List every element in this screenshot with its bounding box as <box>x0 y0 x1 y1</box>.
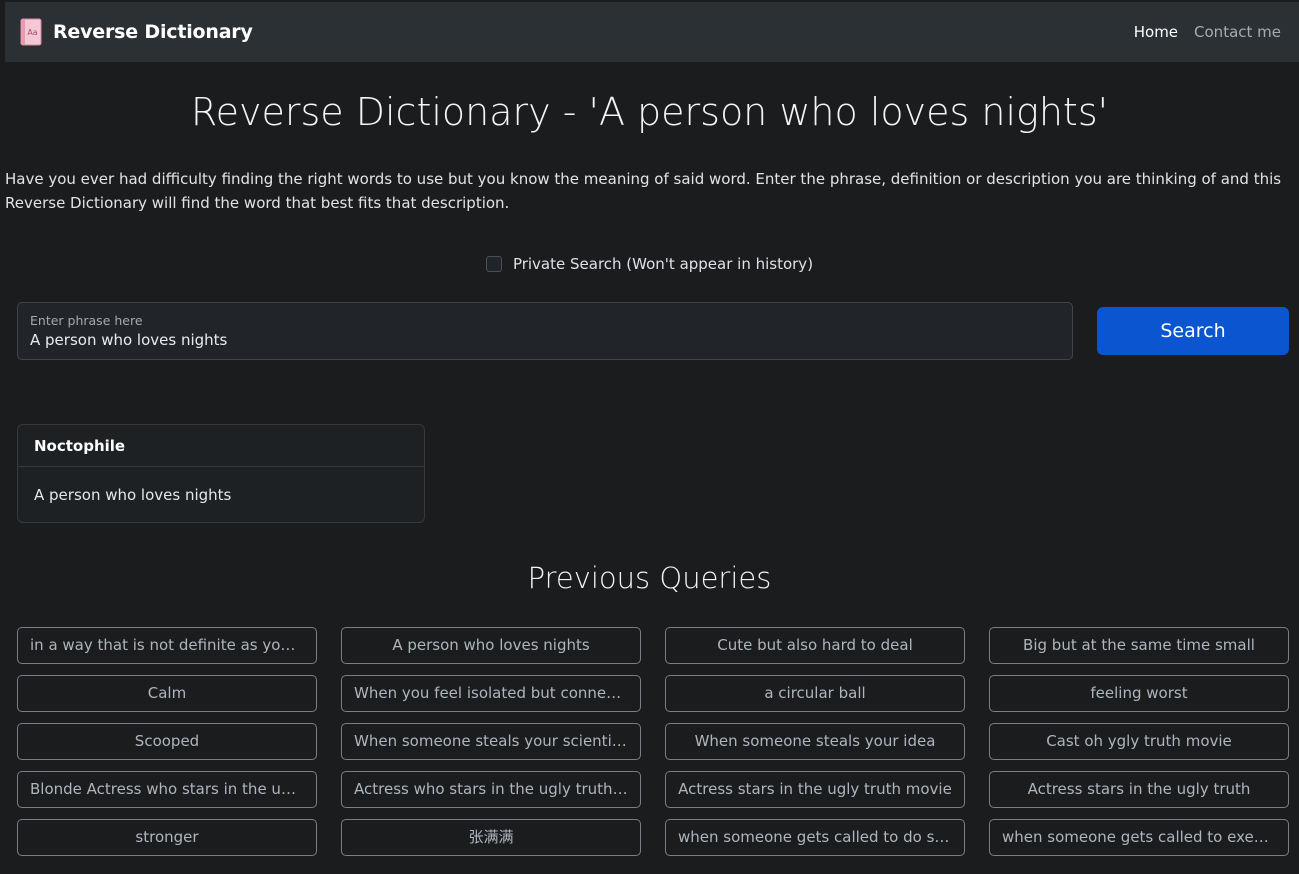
previous-query-button[interactable]: when someone gets called to do so... <box>665 819 965 856</box>
previous-query-button[interactable]: Calm <box>17 675 317 712</box>
previous-query-button[interactable]: Actress stars in the ugly truth movie <box>665 771 965 808</box>
search-field[interactable]: Enter phrase here <box>17 302 1073 360</box>
previous-query-button[interactable]: When someone steals your scientific ... <box>341 723 641 760</box>
private-search-row: Private Search (Won't appear in history) <box>0 255 1299 273</box>
previous-query-button[interactable]: Actress who stars in the ugly truth m... <box>341 771 641 808</box>
result-word: Noctophile <box>18 425 424 467</box>
dictionary-book-icon: Aa <box>19 18 43 46</box>
search-button[interactable]: Search <box>1097 307 1289 355</box>
search-input[interactable] <box>30 330 1060 350</box>
search-field-label: Enter phrase here <box>30 313 143 328</box>
previous-query-button[interactable]: Big but at the same time small <box>989 627 1289 664</box>
previous-query-button[interactable]: Scooped <box>17 723 317 760</box>
previous-query-button[interactable]: Cast oh ygly truth movie <box>989 723 1289 760</box>
previous-query-button[interactable]: A person who loves nights <box>341 627 641 664</box>
previous-queries-title: Previous Queries <box>527 561 772 595</box>
previous-query-button[interactable]: Blonde Actress who stars in the ugly ... <box>17 771 317 808</box>
previous-query-button[interactable]: a circular ball <box>665 675 965 712</box>
brand[interactable]: Aa Reverse Dictionary <box>19 18 253 46</box>
previous-query-button[interactable]: stronger <box>17 819 317 856</box>
private-search-label[interactable]: Private Search (Won't appear in history) <box>513 255 813 273</box>
previous-query-button[interactable]: 张满满 <box>341 819 641 856</box>
previous-query-button[interactable]: When you feel isolated but connecte... <box>341 675 641 712</box>
nav-link-contact[interactable]: Contact me <box>1194 23 1281 41</box>
nav-link-home[interactable]: Home <box>1134 23 1178 41</box>
private-search-checkbox[interactable] <box>485 256 502 272</box>
previous-query-button[interactable]: in a way that is not definite as you m..… <box>17 627 317 664</box>
svg-text:Aa: Aa <box>27 28 37 37</box>
previous-query-button[interactable]: feeling worst <box>989 675 1289 712</box>
result-card: Noctophile A person who loves nights <box>17 424 425 523</box>
previous-query-button[interactable]: when someone gets called to execut... <box>989 819 1289 856</box>
intro-text: Have you ever had difficulty finding the… <box>5 170 1282 212</box>
result-definition: A person who loves nights <box>34 486 232 504</box>
brand-name: Reverse Dictionary <box>53 21 253 43</box>
previous-query-button[interactable]: Cute but also hard to deal <box>665 627 965 664</box>
previous-query-button[interactable]: When someone steals your idea <box>665 723 965 760</box>
previous-query-button[interactable]: Actress stars in the ugly truth <box>989 771 1289 808</box>
previous-queries-grid: in a way that is not definite as you m..… <box>17 627 1289 856</box>
navbar: Aa Reverse Dictionary Home Contact me <box>5 2 1299 62</box>
page-title: Reverse Dictionary - 'A person who loves… <box>190 90 1109 134</box>
nav-links: Home Contact me <box>1134 23 1281 41</box>
